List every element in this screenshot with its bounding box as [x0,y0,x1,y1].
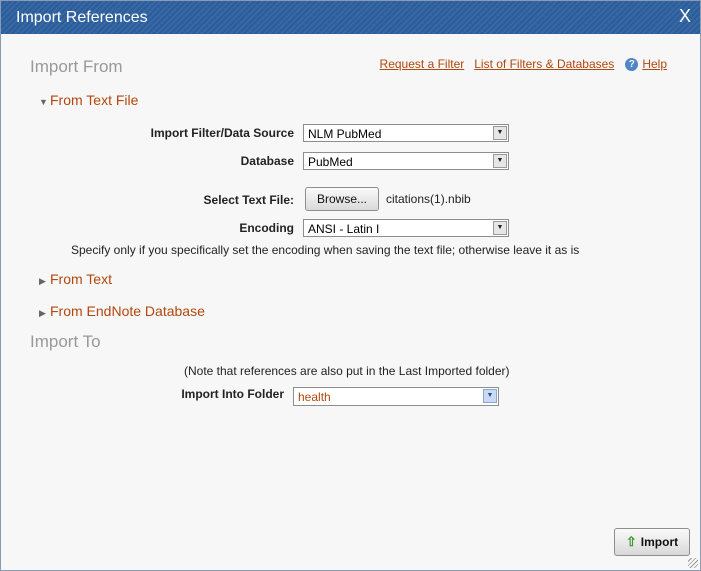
encoding-label: Encoding [239,221,294,235]
encoding-select[interactable]: ANSI - Latin I ▼ [303,219,509,237]
filter-select[interactable]: NLM PubMed ▼ [303,124,509,142]
collapsed-arrow-icon: ▶ [39,276,46,286]
import-from-heading: Import From [30,57,123,76]
dropdown-arrow-icon: ▼ [493,154,507,168]
filters-databases-link[interactable]: List of Filters & Databases [474,57,614,71]
filter-value: NLM PubMed [308,127,382,141]
browse-button[interactable]: Browse... [305,187,379,211]
import-to-heading: Import To [30,332,101,351]
database-label: Database [240,154,294,168]
database-value: PubMed [308,155,353,169]
collapsed-arrow-icon: ▶ [39,308,46,318]
import-references-dialog: Import References X Import From Request … [0,0,701,571]
expanded-arrow-icon: ▼ [39,97,48,107]
dialog-title: Import References [16,9,148,26]
from-text-file-label: From Text File [50,92,139,108]
import-to-note: (Note that references are also put in th… [184,364,510,378]
request-filter-link[interactable]: Request a Filter [380,57,465,71]
selected-file-name: citations(1).nbib [386,192,471,206]
encoding-note: Specify only if you specifically set the… [71,243,580,257]
resize-grip-icon[interactable] [688,558,698,568]
from-text-expander[interactable]: ▶ From Text [39,271,112,287]
folder-value: health [298,390,331,404]
dropdown-arrow-icon: ▼ [493,126,507,140]
filter-label: Import Filter/Data Source [150,126,294,140]
import-button-label: Import [640,535,679,549]
database-select[interactable]: PubMed ▼ [303,152,509,170]
from-endnote-label: From EndNote Database [50,303,205,319]
up-arrow-icon: ⇧ [625,534,637,549]
dropdown-arrow-icon: ▼ [493,221,507,235]
from-text-label: From Text [50,271,112,287]
help-icon[interactable]: ? [625,57,639,71]
close-button[interactable]: X [679,6,691,27]
title-bar[interactable]: Import References X [1,1,700,34]
select-file-label: Select Text File: [203,193,294,207]
import-button[interactable]: ⇧ Import [614,528,690,556]
encoding-value: ANSI - Latin I [308,222,380,236]
folder-select[interactable]: health ▼ [293,387,499,406]
header-links: Request a Filter List of Filters & Datab… [380,57,667,71]
from-text-file-expander[interactable]: ▼ From Text File [39,92,138,108]
dropdown-arrow-icon: ▼ [483,389,497,403]
folder-label: Import Into Folder [181,387,284,401]
from-endnote-expander[interactable]: ▶ From EndNote Database [39,303,205,319]
help-link[interactable]: Help [642,57,667,71]
